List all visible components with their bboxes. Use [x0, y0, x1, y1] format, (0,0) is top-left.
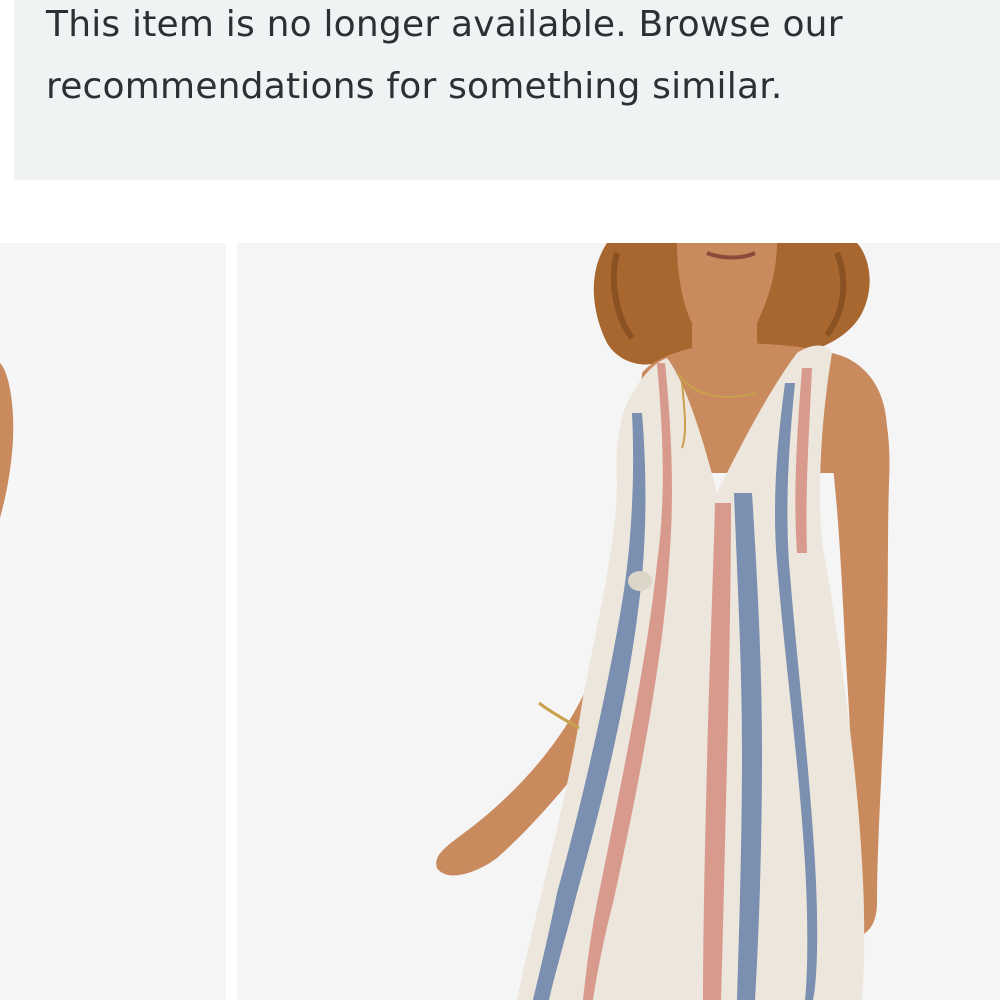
main-product-image[interactable] [237, 243, 1000, 1000]
product-page: This item is no longer available. Browse… [0, 0, 1000, 1000]
product-photo [436, 243, 890, 1000]
gallery-thumbnail[interactable] [0, 243, 226, 1000]
product-image-gallery [0, 243, 1000, 1000]
thumbnail-image [0, 363, 14, 518]
unavailable-notice: This item is no longer available. Browse… [14, 0, 1000, 180]
unavailable-message: This item is no longer available. Browse… [46, 4, 843, 107]
